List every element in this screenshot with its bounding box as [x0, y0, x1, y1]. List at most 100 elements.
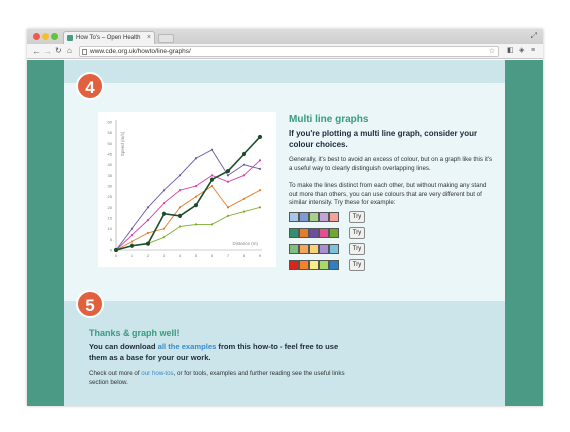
bookmark-star-icon[interactable]: ☆	[489, 47, 495, 57]
how-tos-link[interactable]: our how-tos	[141, 370, 173, 377]
color-swatch	[299, 244, 309, 254]
data-point	[146, 206, 150, 209]
data-point	[226, 180, 230, 183]
data-point	[162, 227, 166, 230]
browser-toolbar: ← → ↻ ⌂ www.cde.org.uk/howto/line-graphs…	[27, 44, 543, 59]
data-point	[194, 223, 198, 226]
x-tick-label: 6	[211, 253, 214, 258]
data-point	[210, 184, 214, 188]
data-point	[193, 203, 199, 208]
data-point	[178, 189, 182, 192]
color-swatch	[289, 212, 299, 222]
body-paragraph: To make the lines distinct from each oth…	[289, 182, 487, 207]
data-point	[226, 214, 230, 217]
data-point	[178, 174, 182, 177]
color-swatch	[309, 228, 319, 238]
try-button[interactable]: Try	[349, 211, 365, 223]
examples-link[interactable]: all the examples	[158, 342, 217, 351]
pocket-icon[interactable]: ◧	[507, 46, 514, 56]
color-swatch	[329, 244, 339, 254]
try-button[interactable]: Try	[349, 259, 365, 271]
color-swatch	[309, 244, 319, 254]
line-chart: 0510152025303540455055600 1 2 3 4 5 6 7 8 9Distan…	[108, 120, 263, 258]
new-tab-button[interactable]	[158, 34, 174, 43]
data-point	[241, 151, 247, 157]
forward-icon[interactable]: →	[43, 45, 52, 57]
data-point	[113, 247, 119, 253]
data-point	[194, 184, 198, 188]
maximize-window-button[interactable]	[51, 33, 58, 40]
color-swatch	[299, 212, 309, 222]
x-tick-label: 8	[243, 253, 246, 258]
data-point	[257, 134, 263, 140]
series-line-1	[115, 149, 261, 251]
x-tick-label: 5	[195, 253, 198, 258]
download-paragraph: You can download all the examples from t…	[89, 342, 349, 363]
series-line-2	[115, 160, 261, 251]
body-paragraph: Generally, it's best to avoid an excess …	[289, 156, 493, 172]
home-icon[interactable]: ⌂	[67, 45, 72, 57]
color-swatch	[319, 260, 329, 270]
color-swatch	[289, 260, 299, 270]
data-point	[178, 206, 182, 209]
minimize-window-button[interactable]	[42, 33, 49, 40]
data-point	[178, 225, 182, 228]
data-point	[242, 210, 246, 213]
palette-row-4: Try	[289, 259, 365, 272]
step-4-badge: 4	[76, 72, 104, 100]
data-point	[242, 174, 246, 177]
try-button[interactable]: Try	[349, 243, 365, 255]
x-axis-label: Distance (m)	[232, 241, 258, 246]
data-point	[225, 168, 231, 174]
color-swatch	[319, 228, 329, 238]
palette-row-1: Try	[289, 211, 365, 224]
data-point	[210, 174, 214, 177]
menu-icon[interactable]: ≡	[531, 46, 535, 56]
y-tick-label: 35	[108, 173, 113, 178]
y-tick-label: 15	[108, 216, 113, 221]
title-bar: How To's – Open Health × ⤢	[27, 29, 543, 44]
color-swatch	[299, 228, 309, 238]
browser-tab[interactable]: How To's – Open Health ×	[63, 31, 155, 44]
text: You can download	[89, 342, 158, 351]
color-swatch	[309, 212, 319, 222]
page-icon	[82, 49, 87, 55]
x-tick-label: 3	[163, 253, 166, 258]
extension-icon[interactable]: ◈	[519, 46, 524, 56]
data-point	[258, 206, 262, 209]
color-swatch	[329, 260, 339, 270]
address-bar[interactable]: www.cde.org.uk/howto/line-graphs/ ☆	[79, 46, 499, 57]
data-point	[130, 227, 134, 230]
data-point	[242, 163, 246, 166]
data-point	[210, 223, 214, 226]
y-tick-label: 45	[108, 152, 113, 157]
color-swatch	[319, 244, 329, 254]
data-point	[210, 148, 214, 151]
page-viewport: 4 0 5 10 15 20 25 30 35 40 45 50 55 60 0 1 2 3 4 5 6 7 8 9 Dist…	[27, 60, 543, 406]
text: Check out more of	[89, 370, 142, 377]
try-button[interactable]: Try	[349, 227, 365, 239]
reload-icon[interactable]: ↻	[55, 45, 62, 57]
data-point	[161, 211, 167, 216]
series-line-5	[115, 136, 261, 251]
tab-close-icon[interactable]: ×	[147, 32, 151, 44]
data-point	[209, 177, 215, 182]
data-point	[130, 233, 134, 237]
back-icon[interactable]: ←	[32, 45, 41, 57]
fullscreen-icon[interactable]: ⤢	[531, 31, 537, 41]
data-point	[145, 241, 151, 246]
browser-window: How To's – Open Health × ⤢ ← → ↻ ⌂ www.c…	[27, 29, 543, 406]
data-point	[129, 243, 135, 248]
close-window-button[interactable]	[33, 33, 40, 40]
color-swatch	[329, 212, 339, 222]
step-5-badge: 5	[76, 290, 104, 318]
data-point	[162, 189, 166, 192]
data-point	[242, 197, 246, 200]
x-tick-label: 1	[131, 253, 134, 258]
y-tick-label: 0	[110, 248, 113, 253]
data-point	[162, 236, 166, 239]
data-point	[146, 219, 150, 222]
section-subtitle: If you're plotting a multi line graph, c…	[289, 129, 478, 149]
y-tick-label: 5	[110, 237, 113, 242]
tab-title: How To's – Open Health	[76, 35, 141, 41]
